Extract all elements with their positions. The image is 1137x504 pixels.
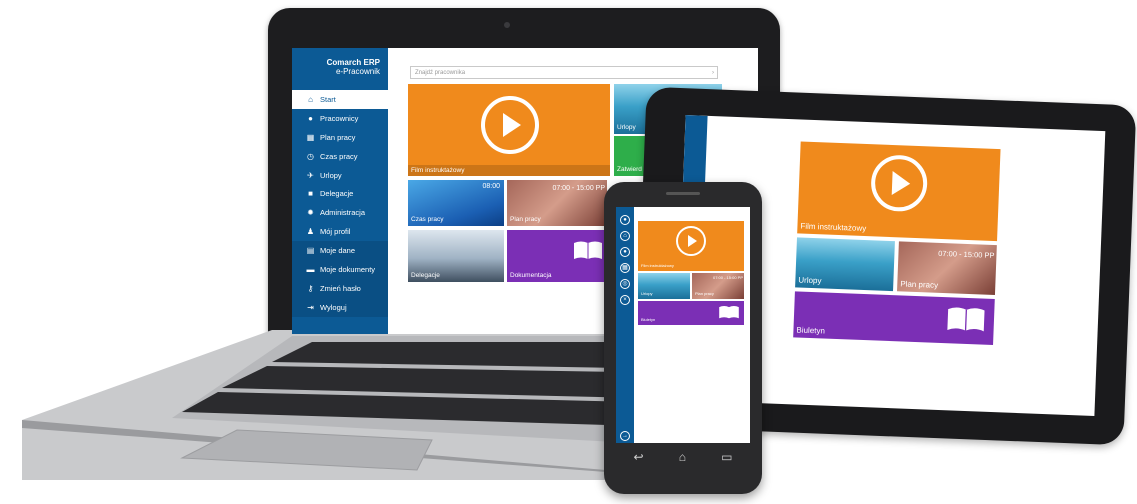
nav-label: Moje dokumenty [320,264,376,274]
brand-product: e-Pracownik [335,67,380,76]
tile-label: Dokumentacja [510,272,552,279]
users-icon[interactable]: ● [620,247,630,257]
nav-label: Mój profil [320,227,351,237]
book-icon [574,241,602,259]
nav-label: Moje dane [320,246,356,256]
play-icon [870,154,929,213]
tile-label: Zatwierd [617,166,642,173]
nav-item-moje-dane[interactable]: ▤ Moje dane [292,241,388,261]
tile-label: Biuletyn [796,325,826,336]
tile-label: Plan pracy [695,291,714,296]
tablet-tile-film[interactable]: Film instruktażowy [797,141,1001,242]
calendar-icon[interactable]: ▦ [620,263,630,273]
nav-label: Czas pracy [320,151,358,161]
search-placeholder: Znajdź pracownika [415,70,466,76]
tile-czas-pracy[interactable]: 08:00 Czas pracy [408,180,504,226]
nav-item-plan-pracy[interactable]: ▦ Plan pracy [292,128,388,147]
tile-film[interactable]: Film instruktażowy [408,84,610,176]
book-icon [719,306,739,319]
tile-label: Biuletyn [641,317,656,322]
phone-tile-plan-pracy[interactable]: 07:00 - 15:00 PP Plan pracy [692,273,744,299]
search-input[interactable]: Znajdź pracownika › [410,66,718,79]
play-icon [676,226,706,256]
logout-icon[interactable]: → [620,431,630,441]
tile-dokumentacja[interactable]: Dokumentacja [507,230,607,282]
tile-label: Plan pracy [510,216,541,223]
gear-icon: ✹ [307,208,314,218]
key-icon: ⚷ [307,283,314,293]
nav-item-administracja[interactable]: ✹ Administracja [292,203,388,222]
nav-label: Wyloguj [320,302,347,312]
nav-item-wyloguj[interactable]: ⇥ Wyloguj [292,297,388,317]
tile-label: Film instruktażowy [408,165,610,176]
close-icon[interactable]: × [620,295,630,305]
nav-item-delegacje[interactable]: ■ Delegacje [292,184,388,203]
search-icon: › [712,70,714,76]
phone-sidebar-strip: ● ⌂ ● ▦ ◎ × → [616,207,634,443]
nav-item-pracownicy[interactable]: ● Pracownicy [292,109,388,128]
tile-delegacje[interactable]: Delegacje [408,230,504,282]
nav-label: Zmień hasło [320,283,361,293]
briefcase-icon: ■ [308,189,313,199]
tile-plan-pracy[interactable]: 07:00 - 15:00 PP Plan pracy [507,180,607,226]
tile-label: Urlopy [617,124,636,131]
id-card-icon: ▤ [306,246,315,256]
phone-tile-biuletyn[interactable]: Biuletyn [638,301,744,325]
settings-icon[interactable]: ◎ [620,279,630,289]
tablet-tile-plan-pracy[interactable]: 07:00 - 15:00 PP Plan pracy [897,241,997,296]
plane-icon: ✈ [307,170,314,180]
tile-time: 08:00 [482,183,500,190]
nav-item-czas-pracy[interactable]: ◷ Czas pracy [292,147,388,166]
nav-item-start[interactable]: ⌂ Start [292,90,388,109]
nav-label: Administracja [320,208,366,218]
laptop-camera [504,22,510,28]
nav-label: Delegacje [320,189,354,199]
tablet-tile-urlopy[interactable]: Urlopy [795,237,895,292]
tablet-tile-biuletyn[interactable]: Biuletyn [793,291,995,346]
nav-label: Start [320,94,336,104]
tile-label: Delegacje [411,272,440,279]
nav-label: Plan pracy [320,132,356,142]
tile-label: Plan pracy [900,279,939,290]
recent-apps-icon[interactable]: ▭ [721,450,732,464]
calendar-icon: ▦ [306,132,315,142]
nav-item-moj-profil[interactable]: ♟ Mój profil [292,222,388,241]
documents-icon: ▬ [306,264,315,274]
nav-item-zmien-haslo[interactable]: ⚷ Zmień hasło [292,278,388,298]
phone-speaker [666,192,700,195]
back-icon[interactable]: ↩ [634,450,644,464]
home-icon[interactable]: ⌂ [620,231,630,241]
logout-icon: ⇥ [307,302,314,312]
clock-icon: ◷ [307,151,314,161]
tile-label: Film instruktażowy [641,263,674,268]
phone-tile-film[interactable]: Film instruktażowy [638,221,744,271]
tile-time: 07:00 - 15:00 PP [712,275,743,280]
laptop-nav: ⌂ Start ● Pracownicy ▦ Plan pracy ◷ Czas pra… [292,90,388,317]
brand-name: Comarch ERP [326,58,380,67]
laptop-sidebar: Comarch ERP e-Pracownik ⌂ Start ● Pracowni… [292,48,388,334]
nav-label: Urlopy [320,170,342,180]
phone-soft-keys: ↩ ⌂ ▭ [616,446,750,468]
home-icon: ⌂ [308,94,313,104]
phone-screen: ● ⌂ ● ▦ ◎ × → Film instruktażowy Urlopy … [616,207,750,443]
nav-item-moje-dokumenty[interactable]: ▬ Moje dokumenty [292,260,388,279]
nav-item-urlopy[interactable]: ✈ Urlopy [292,166,388,185]
tile-time: 07:00 - 15:00 PP [938,248,995,260]
nav-label: Pracownicy [320,113,359,123]
tile-label: Czas pracy [411,216,444,223]
tile-label: Urlopy [641,291,653,296]
tile-label: Film instruktażowy [800,221,867,234]
home-key-icon[interactable]: ⌂ [679,450,686,464]
book-icon [947,307,985,332]
phone-tile-urlopy[interactable]: Urlopy [638,273,690,299]
profile-icon[interactable]: ● [620,215,630,225]
users-icon: ● [308,113,313,123]
tile-label: Urlopy [798,275,822,286]
play-icon [481,96,539,154]
tile-time: 07:00 - 15:00 PP [552,185,605,192]
profile-icon: ♟ [306,227,315,237]
